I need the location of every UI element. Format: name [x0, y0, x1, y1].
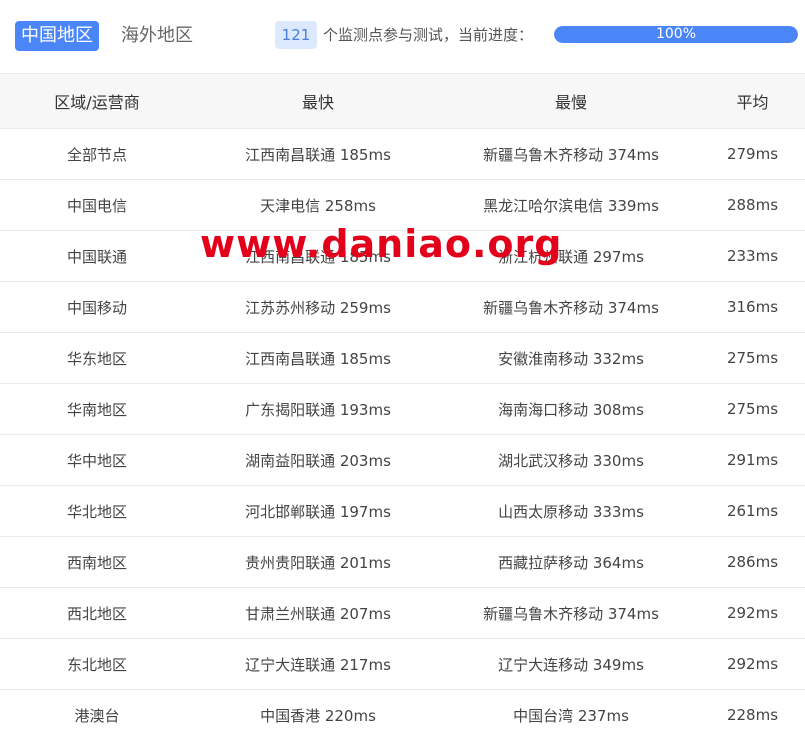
cell-region: 中国联通	[0, 231, 194, 282]
table-row: 华东地区江西南昌联通 185ms安徽淮南移动 332ms275ms	[0, 333, 805, 384]
cell-fastest: 河北邯郸联通 197ms	[194, 486, 442, 537]
cell-average: 261ms	[700, 486, 805, 537]
cell-region: 港澳台	[0, 690, 194, 740]
progress-percent-label: 100%	[554, 26, 798, 43]
cell-slowest: 新疆乌鲁木齐移动 374ms	[442, 282, 700, 333]
cell-slowest: 中国台湾 237ms	[442, 690, 700, 740]
cell-fastest: 贵州贵阳联通 201ms	[194, 537, 442, 588]
cell-fastest: 中国香港 220ms	[194, 690, 442, 740]
table-row: 西南地区贵州贵阳联通 201ms西藏拉萨移动 364ms286ms	[0, 537, 805, 588]
table-row: 东北地区辽宁大连联通 217ms辽宁大连移动 349ms292ms	[0, 639, 805, 690]
progress-description: 个监测点参与测试，当前进度：	[323, 21, 533, 49]
cell-slowest: 海南海口移动 308ms	[442, 384, 700, 435]
cell-fastest: 广东揭阳联通 193ms	[194, 384, 442, 435]
cell-slowest: 湖北武汉移动 330ms	[442, 435, 700, 486]
cell-region: 华北地区	[0, 486, 194, 537]
cell-region: 华南地区	[0, 384, 194, 435]
table-row: 华南地区广东揭阳联通 193ms海南海口移动 308ms275ms	[0, 384, 805, 435]
header-slowest: 最慢	[442, 74, 700, 129]
cell-fastest: 甘肃兰州联通 207ms	[194, 588, 442, 639]
cell-region: 中国电信	[0, 180, 194, 231]
table-row: 港澳台中国香港 220ms中国台湾 237ms228ms	[0, 690, 805, 740]
cell-average: 292ms	[700, 639, 805, 690]
cell-fastest: 天津电信 258ms	[194, 180, 442, 231]
table-row: 中国电信天津电信 258ms黑龙江哈尔滨电信 339ms288ms	[0, 180, 805, 231]
cell-region: 全部节点	[0, 129, 194, 180]
cell-average: 286ms	[700, 537, 805, 588]
table-row: 中国移动江苏苏州移动 259ms新疆乌鲁木齐移动 374ms316ms	[0, 282, 805, 333]
cell-average: 292ms	[700, 588, 805, 639]
table-row: 华北地区河北邯郸联通 197ms山西太原移动 333ms261ms	[0, 486, 805, 537]
cell-fastest: 江西南昌联通 185ms	[194, 129, 442, 180]
table-header-row: 区域/运营商 最快 最慢 平均	[0, 74, 805, 129]
table-row: 华中地区湖南益阳联通 203ms湖北武汉移动 330ms291ms	[0, 435, 805, 486]
cell-region: 华东地区	[0, 333, 194, 384]
cell-average: 288ms	[700, 180, 805, 231]
cell-region: 华中地区	[0, 435, 194, 486]
cell-slowest: 安徽淮南移动 332ms	[442, 333, 700, 384]
cell-slowest: 新疆乌鲁木齐移动 374ms	[442, 588, 700, 639]
region-toolbar: 中国地区 海外地区 121 个监测点参与测试，当前进度： 100%	[0, 0, 805, 72]
cell-region: 东北地区	[0, 639, 194, 690]
cell-average: 228ms	[700, 690, 805, 740]
cell-average: 275ms	[700, 384, 805, 435]
cell-average: 316ms	[700, 282, 805, 333]
cell-slowest: 辽宁大连移动 349ms	[442, 639, 700, 690]
cell-average: 291ms	[700, 435, 805, 486]
cell-slowest: 西藏拉萨移动 364ms	[442, 537, 700, 588]
tab-overseas-region[interactable]: 海外地区	[115, 21, 199, 51]
tab-china-region[interactable]: 中国地区	[15, 21, 99, 51]
cell-fastest: 江西南昌联通 185ms	[194, 231, 442, 282]
cell-slowest: 浙江杭州联通 297ms	[442, 231, 700, 282]
table-row: 全部节点江西南昌联通 185ms新疆乌鲁木齐移动 374ms279ms	[0, 129, 805, 180]
progress-bar: 100%	[554, 26, 798, 43]
cell-average: 233ms	[700, 231, 805, 282]
header-average: 平均	[700, 74, 805, 129]
table-row: 西北地区甘肃兰州联通 207ms新疆乌鲁木齐移动 374ms292ms	[0, 588, 805, 639]
cell-region: 中国移动	[0, 282, 194, 333]
cell-fastest: 湖南益阳联通 203ms	[194, 435, 442, 486]
cell-average: 275ms	[700, 333, 805, 384]
cell-region: 西北地区	[0, 588, 194, 639]
monitor-count-badge: 121	[275, 21, 317, 49]
table-body: 全部节点江西南昌联通 185ms新疆乌鲁木齐移动 374ms279ms中国电信天…	[0, 129, 805, 740]
header-fastest: 最快	[194, 74, 442, 129]
cell-fastest: 江苏苏州移动 259ms	[194, 282, 442, 333]
header-region-carrier: 区域/运营商	[0, 74, 194, 129]
cell-fastest: 辽宁大连联通 217ms	[194, 639, 442, 690]
table-row: 中国联通江西南昌联通 185ms浙江杭州联通 297ms233ms	[0, 231, 805, 282]
cell-slowest: 山西太原移动 333ms	[442, 486, 700, 537]
cell-fastest: 江西南昌联通 185ms	[194, 333, 442, 384]
cell-average: 279ms	[700, 129, 805, 180]
cell-slowest: 黑龙江哈尔滨电信 339ms	[442, 180, 700, 231]
cell-region: 西南地区	[0, 537, 194, 588]
results-table: 区域/运营商 最快 最慢 平均 全部节点江西南昌联通 185ms新疆乌鲁木齐移动…	[0, 73, 805, 740]
cell-slowest: 新疆乌鲁木齐移动 374ms	[442, 129, 700, 180]
